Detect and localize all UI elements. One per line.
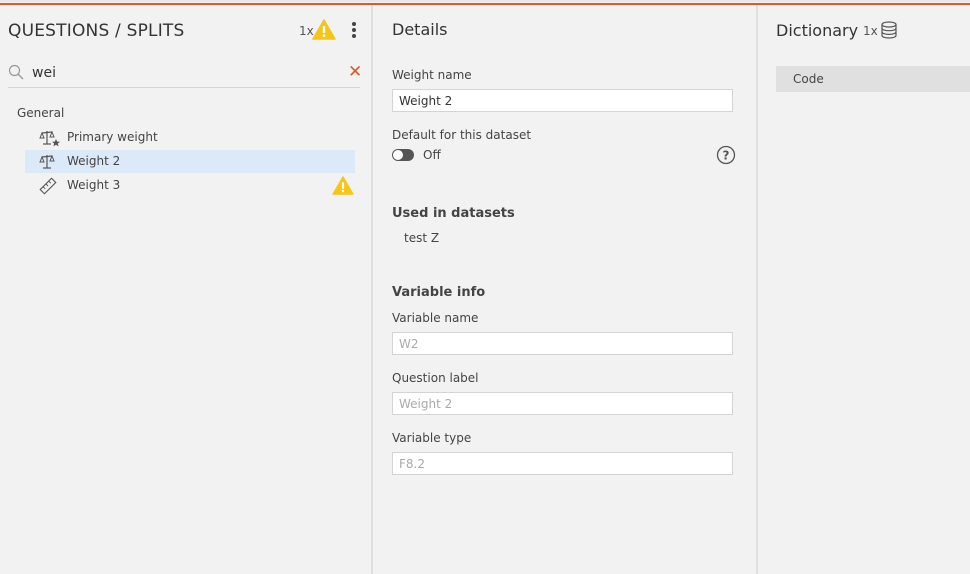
tree-item-primary-weight[interactable]: Primary weight (25, 126, 355, 149)
weight-name-input[interactable] (392, 89, 733, 112)
panel-title: QUESTIONS / SPLITS (8, 21, 185, 41)
ruler-icon (39, 177, 57, 195)
warning-icon[interactable] (332, 176, 354, 195)
weight-name-label: Weight name (392, 68, 472, 82)
tree-item-label: Primary weight (67, 130, 158, 144)
toggle-state-label: Off (423, 148, 441, 162)
variable-type-label: Variable type (392, 431, 472, 445)
dictionary-panel: Dictionary 1x Code (758, 5, 970, 574)
variable-info-heading: Variable info (392, 285, 486, 300)
search-bar: ✕ (8, 61, 362, 88)
used-in-datasets-heading: Used in datasets (392, 206, 515, 221)
variable-type-field (392, 452, 733, 475)
question-label-label: Question label (392, 371, 479, 385)
tree-item-label: Weight 3 (67, 178, 121, 192)
default-label: Default for this dataset (392, 128, 532, 142)
code-column-header[interactable]: Code (776, 66, 970, 92)
column-header-label: Code (793, 72, 824, 86)
dataset-item: test Z (404, 231, 440, 245)
dictionary-count: 1x (863, 24, 878, 38)
details-panel: Details Weight name Default for this dat… (373, 5, 756, 574)
top-border (0, 0, 970, 5)
weight-scale-icon (39, 154, 55, 169)
tree-item-weight-2[interactable]: Weight 2 (25, 150, 355, 173)
tree-item-weight-3[interactable]: Weight 3 (25, 174, 355, 197)
clear-search-icon[interactable]: ✕ (348, 61, 362, 83)
variable-name-field (392, 332, 733, 355)
default-toggle[interactable] (392, 149, 414, 161)
more-options-icon[interactable] (348, 21, 360, 41)
search-input[interactable] (32, 63, 332, 83)
tree-item-label: Weight 2 (67, 154, 121, 168)
svg-text:?: ? (723, 149, 730, 163)
question-label-field (392, 392, 733, 415)
help-icon[interactable]: ? (716, 145, 736, 165)
details-title: Details (392, 20, 448, 39)
group-label: General (17, 106, 65, 120)
database-icon (881, 21, 897, 39)
variable-name-label: Variable name (392, 311, 479, 325)
questions-panel: QUESTIONS / SPLITS 1x ✕ General Primary … (0, 5, 371, 574)
warning-icon[interactable] (312, 19, 336, 40)
weight-scale-star-icon (39, 130, 60, 147)
search-icon (8, 64, 24, 80)
dictionary-title: Dictionary (776, 21, 859, 40)
